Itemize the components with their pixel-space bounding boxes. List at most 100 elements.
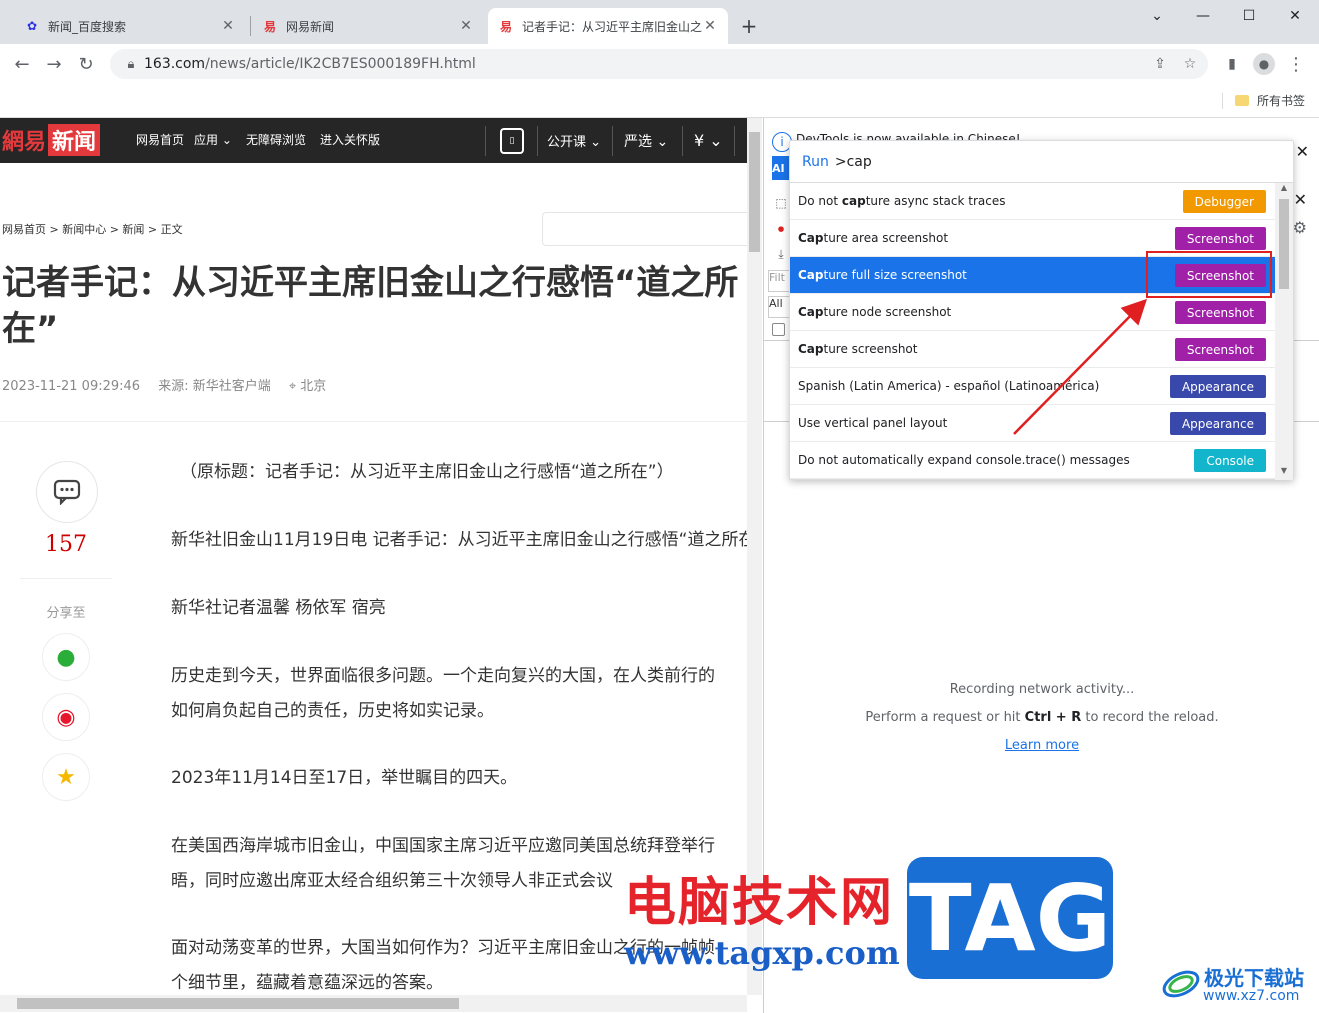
article-paragraph: 新华社记者温馨 杨依军 宿亮 <box>171 598 386 618</box>
netease-news-logo[interactable]: 網易 新闻 <box>2 124 101 156</box>
inspect-element-icon[interactable]: ⬚ <box>772 194 790 212</box>
download-icon[interactable]: ⤓ <box>772 245 790 263</box>
divider <box>0 421 747 422</box>
record-stop-icon[interactable]: ⏺ <box>772 220 790 238</box>
bookmarks-bar: 所有书签 <box>0 84 1319 118</box>
nav-link-home[interactable]: 网易首页 <box>136 131 184 148</box>
star-favorite-icon: ★ <box>56 764 76 790</box>
tab-separator <box>250 16 251 36</box>
scroll-thumb[interactable] <box>17 998 459 1009</box>
menu-icon[interactable]: ⋮ <box>1282 50 1310 78</box>
article-paragraph: 在美国西海岸城市旧金山，中国国家主席习近平应邀同美国总统拜登举行 <box>171 836 715 856</box>
nav-link-open-course[interactable]: 公开课 ⌄ <box>547 131 601 150</box>
comment-button[interactable] <box>36 461 98 523</box>
minimize-icon[interactable]: — <box>1180 0 1226 32</box>
breadcrumb[interactable]: 网易首页 > 新闻中心 > 新闻 > 正文 <box>2 221 183 237</box>
nav-separator <box>612 126 613 156</box>
tab-search-icon[interactable]: ⌄ <box>1134 0 1180 32</box>
checkbox[interactable] <box>772 323 785 336</box>
close-devtools-icon[interactable]: ✕ <box>1294 190 1307 209</box>
new-tab-button[interactable]: + <box>736 14 762 40</box>
settings-gear-icon[interactable]: ⚙ <box>1293 218 1307 237</box>
nav-link-apps[interactable]: 应用 ⌄ <box>194 131 232 148</box>
maximize-icon[interactable]: ☐ <box>1226 0 1272 32</box>
share-icon[interactable]: ⇪ <box>1150 54 1170 74</box>
learn-more-link[interactable]: Learn more <box>1005 738 1079 753</box>
tab-netease[interactable]: 易 网易新闻 ✕ <box>252 8 484 44</box>
url-text: 163.com/news/article/IK2CB7ES000189FH.ht… <box>144 56 476 72</box>
tab-article[interactable]: 易 记者手记：从习近平主席旧金山之行感悟“道之所在” ✕ <box>488 8 728 44</box>
learn-more-link-wrap: Learn more <box>764 738 1319 753</box>
reload-hint: Perform a request or hit Ctrl + R to rec… <box>865 710 1219 725</box>
forward-icon[interactable]: → <box>40 50 68 78</box>
command-menu-input[interactable]: Run >cap <box>790 141 1295 183</box>
watermark-url: www.tagxp.com <box>624 934 900 972</box>
favorite-share-button[interactable]: ★ <box>42 753 90 801</box>
highlight-box <box>1146 251 1272 298</box>
aurora-logo-icon <box>1162 970 1200 998</box>
scroll-thumb[interactable] <box>749 132 760 252</box>
nav-link-finance[interactable]: ¥ ⌄ <box>694 131 723 150</box>
article-paragraph: 2023年11月14日至17日，举世瞩目的四天。 <box>171 768 518 788</box>
scroll-up-icon[interactable]: ▲ <box>1275 183 1293 197</box>
watermark-brand: 极光下载站 <box>1204 966 1304 990</box>
article-date: 2023-11-21 09:29:46 <box>2 379 141 394</box>
reload-icon[interactable]: ↻ <box>72 50 100 78</box>
close-tab-icon[interactable]: ✕ <box>702 18 718 34</box>
lock-icon: 🔒︎ <box>127 56 135 72</box>
watermark-title: 电脑技术网 <box>624 873 895 933</box>
mobile-app-icon[interactable]: ▯ <box>500 128 524 154</box>
wechat-share-button[interactable]: ● <box>42 633 90 681</box>
run-prompt: Run <box>802 153 829 170</box>
nav-link-yanxuan[interactable]: 严选 ⌄ <box>624 131 668 151</box>
command-category-badge: Screenshot <box>1174 338 1266 361</box>
article-paragraph: 历史走到今天，世界面临很多问题。一个走向复兴的大国，在人类前行的 <box>171 666 715 686</box>
command-category-badge: Screenshot <box>1174 227 1266 250</box>
command-category-badge: Console <box>1194 449 1266 472</box>
weibo-share-button[interactable]: ◉ <box>42 693 90 741</box>
devtools-language-button[interactable]: AI <box>772 156 790 180</box>
article-paragraph: （原标题：记者手记：从习近平主席旧金山之行感悟“道之所在”） <box>180 462 674 482</box>
star-icon[interactable]: ☆ <box>1180 54 1200 74</box>
page-horizontal-scrollbar[interactable] <box>0 995 747 1012</box>
scroll-thumb[interactable] <box>1279 199 1289 289</box>
folder-icon <box>1234 95 1249 106</box>
article-location: 北京 <box>300 379 327 394</box>
profile-avatar-icon[interactable]: ● <box>1250 50 1278 78</box>
nav-link-care-mode[interactable]: 进入关怀版 <box>320 131 380 148</box>
command-list-scrollbar[interactable]: ▲ ▼ <box>1275 183 1293 480</box>
site-nav: 網易 新闻 网易首页 应用 ⌄ 无障碍浏览 进入关怀版 ▯ 公开课 ⌄ 严选 ⌄ … <box>0 118 747 163</box>
close-window-icon[interactable]: ✕ <box>1272 0 1318 32</box>
article-paragraph: 如何肩负起自己的责任，历史将如实记录。 <box>171 701 494 721</box>
close-tab-icon[interactable]: ✕ <box>458 18 474 34</box>
tab-strip: ✿ 新闻_百度搜索 ✕ 易 网易新闻 ✕ 易 记者手记：从习近平主席旧金山之行感… <box>0 0 1319 44</box>
site-search-input[interactable] <box>542 212 747 246</box>
wechat-icon: ● <box>56 644 76 670</box>
comment-icon <box>53 479 81 505</box>
nav-link-accessibility[interactable]: 无障碍浏览 <box>246 131 306 148</box>
tab-title: 记者手记：从习近平主席旧金山之行感悟“道之所在” <box>522 19 702 34</box>
netease-icon: 易 <box>263 19 276 34</box>
share-label: 分享至 <box>46 606 86 621</box>
baidu-paw-icon: ✿ <box>26 19 38 33</box>
article-source[interactable]: 来源: 新华社客户端 <box>158 379 271 394</box>
article-headline: 记者手记：从习近平主席旧金山之行感悟“道之所在” <box>2 263 739 349</box>
command-category-badge: Debugger <box>1182 190 1266 213</box>
back-icon[interactable]: ← <box>8 50 36 78</box>
address-bar[interactable]: 🔒︎ 163.com/news/article/IK2CB7ES000189FH… <box>110 49 1208 79</box>
recording-status: Recording network activity... <box>949 682 1135 697</box>
nav-separator <box>734 126 735 156</box>
watermark-brand-url: www.xz7.com <box>1203 988 1300 1004</box>
all-bookmarks-button[interactable]: 所有书签 <box>1234 92 1305 109</box>
scroll-down-icon[interactable]: ▼ <box>1275 466 1293 480</box>
command-category-badge: Screenshot <box>1174 301 1266 324</box>
article-paragraph: 新华社旧金山11月19日电 记者手记：从习近平主席旧金山之行感悟“道之所在” <box>171 530 747 550</box>
side-panel-icon[interactable]: ▮ <box>1218 50 1246 78</box>
command-category-badge: Appearance <box>1169 375 1266 398</box>
close-tab-icon[interactable]: ✕ <box>220 18 236 34</box>
comment-count[interactable]: 157 <box>20 532 112 557</box>
annotation-arrow <box>1013 298 1148 435</box>
tab-baidu[interactable]: ✿ 新闻_百度搜索 ✕ <box>14 8 246 44</box>
close-notice-icon[interactable]: ✕ <box>1296 142 1309 161</box>
command-item[interactable]: Do not capture async stack traces Debugge… <box>790 183 1276 220</box>
